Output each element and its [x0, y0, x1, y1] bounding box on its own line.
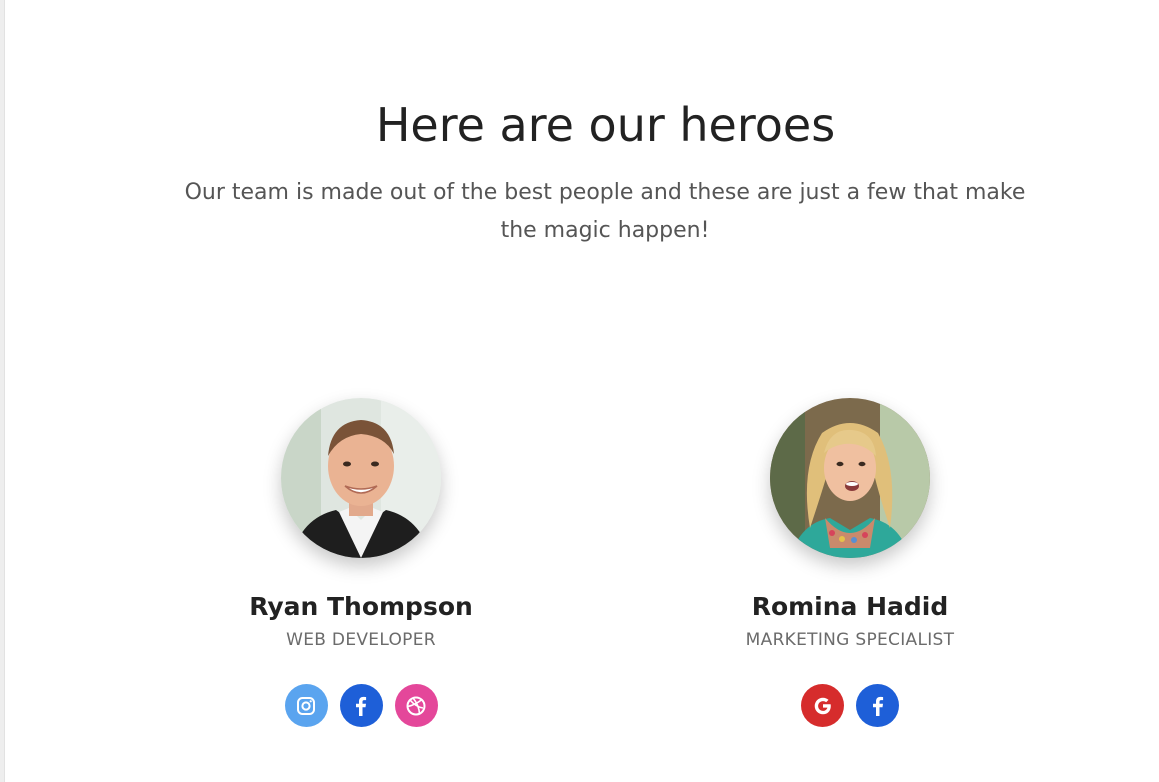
google-button[interactable]	[801, 684, 844, 727]
member-name: Romina Hadid	[751, 592, 949, 621]
team-section: Here are our heroes Our team is made out…	[0, 0, 1159, 782]
avatar	[770, 398, 930, 558]
member-role: WEB DEVELOPER	[286, 630, 436, 650]
avatar	[281, 398, 441, 558]
instagram-icon	[297, 696, 315, 715]
dribbble-icon	[406, 696, 426, 715]
instagram-button[interactable]	[284, 684, 328, 727]
avatar-photo-male	[281, 398, 441, 558]
facebook-button[interactable]	[339, 684, 383, 727]
section-title: Here are our heroes	[375, 98, 836, 152]
section-subtitle: Our team is made out of the best people …	[184, 180, 1026, 243]
team-card-romina-hadid: Romina Hadid MARKETING SPECIALIST	[690, 398, 1010, 727]
member-name: Ryan Thompson	[249, 592, 473, 621]
avatar-photo-female	[770, 398, 930, 558]
team-card-ryan-thompson: Ryan Thompson WEB DEVELOPER	[201, 398, 521, 727]
social-links	[690, 684, 1010, 727]
facebook-icon	[872, 696, 883, 716]
social-links	[201, 684, 521, 727]
dribbble-button[interactable]	[394, 684, 438, 727]
facebook-button[interactable]	[856, 684, 899, 727]
facebook-icon	[356, 696, 367, 716]
google-icon	[814, 697, 831, 714]
member-role: MARKETING SPECIALIST	[745, 630, 955, 650]
